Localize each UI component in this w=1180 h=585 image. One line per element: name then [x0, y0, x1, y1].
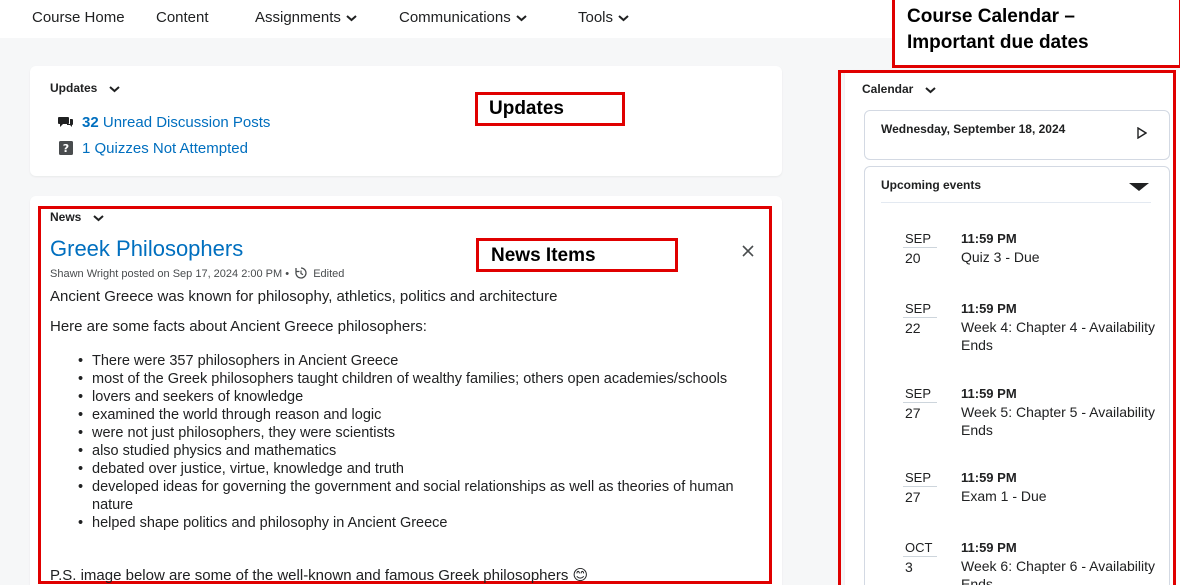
list-item: developed ideas for governing the govern… — [78, 478, 770, 514]
nav-assignments[interactable]: Assignments — [255, 9, 357, 26]
chevron-down-icon — [516, 15, 527, 22]
list-item: helped shape politics and philosophy in … — [78, 514, 770, 532]
edited-icon — [295, 267, 307, 279]
annotation-calendar-box — [838, 70, 1176, 585]
news-widget-title[interactable]: News — [50, 210, 105, 224]
news-intro: Ancient Greece was known for philosophy,… — [50, 288, 558, 305]
unread-discussion-posts-link[interactable]: 32 Unread Discussion Posts — [58, 114, 270, 131]
quiz-icon: ? — [59, 141, 73, 155]
chevron-down-icon — [93, 215, 105, 222]
nav-content[interactable]: Content — [156, 9, 209, 26]
chevron-down-icon — [109, 86, 121, 93]
updates-widget-title[interactable]: Updates — [50, 81, 121, 95]
list-item: also studied physics and mathematics — [78, 442, 770, 460]
news-facts-list: There were 357 philosophers in Ancient G… — [78, 352, 770, 532]
news-ps: P.S. image below are some of the well-kn… — [50, 567, 589, 584]
annotation-calendar-label: Course Calendar – Important due dates — [892, 0, 1180, 68]
list-item: examined the world through reason and lo… — [78, 406, 770, 424]
list-item: There were 357 philosophers in Ancient G… — [78, 352, 770, 370]
list-item: most of the Greek philosophers taught ch… — [78, 370, 770, 388]
news-facts-heading: Here are some facts about Ancient Greece… — [50, 318, 427, 335]
chevron-down-icon — [618, 15, 629, 22]
list-item: lovers and seekers of knowledge — [78, 388, 770, 406]
nav-communications[interactable]: Communications — [399, 9, 527, 26]
nav-tools[interactable]: Tools — [578, 9, 629, 26]
chevron-down-icon — [346, 15, 357, 22]
news-item-meta: Shawn Wright posted on Sep 17, 2024 2:00… — [50, 267, 345, 280]
svg-text:?: ? — [63, 142, 69, 155]
discussion-icon — [58, 117, 73, 127]
list-item: were not just philosophers, they were sc… — [78, 424, 770, 442]
list-item: debated over justice, virtue, knowledge … — [78, 460, 770, 478]
news-item-title[interactable]: Greek Philosophers — [50, 236, 243, 262]
annotation-news-label: News Items — [476, 238, 678, 272]
quizzes-not-attempted-link[interactable]: ? 1 Quizzes Not Attempted — [58, 140, 248, 157]
annotation-updates-label: Updates — [475, 92, 625, 126]
nav-course-home[interactable]: Course Home — [32, 9, 125, 26]
close-icon[interactable] — [742, 245, 754, 257]
